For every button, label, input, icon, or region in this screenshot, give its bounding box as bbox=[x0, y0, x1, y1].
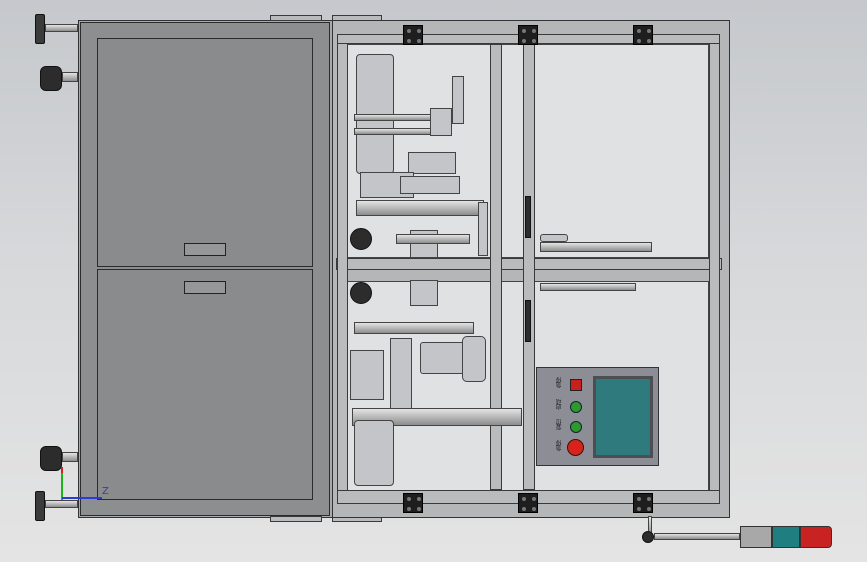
button-label-4: 急停 bbox=[556, 441, 563, 451]
inner-post-2 bbox=[523, 44, 535, 490]
signal-tower-segment-teal bbox=[772, 526, 800, 548]
bracket-top-1 bbox=[403, 25, 423, 45]
axis-z-label: Z bbox=[102, 486, 109, 497]
motor-block-lower bbox=[410, 280, 438, 306]
start-button[interactable] bbox=[570, 401, 582, 413]
button-label-3: 复位 bbox=[556, 420, 563, 430]
long-cylinder bbox=[540, 242, 652, 252]
top-lip-left bbox=[270, 15, 322, 21]
signal-tower-pole bbox=[654, 533, 740, 540]
axis-triad-z bbox=[62, 497, 102, 499]
axis-triad-x bbox=[61, 467, 63, 473]
slide-block bbox=[350, 350, 384, 400]
foot-stem-top bbox=[45, 24, 78, 32]
caster-bottom bbox=[40, 446, 62, 471]
lower-cylinder bbox=[540, 283, 636, 291]
emergency-stop-round-button[interactable] bbox=[567, 439, 584, 456]
reset-button[interactable] bbox=[570, 421, 582, 433]
emergency-stop-square-button[interactable] bbox=[570, 379, 582, 391]
feed-rod-2 bbox=[396, 234, 470, 244]
leveling-foot-bottom bbox=[35, 491, 45, 521]
upper-rod-1 bbox=[354, 114, 434, 121]
hmi-touchscreen[interactable] bbox=[593, 376, 653, 458]
bracket-top-3 bbox=[633, 25, 653, 45]
feed-rod-1 bbox=[356, 200, 484, 216]
spindle-nose bbox=[462, 336, 486, 382]
caster-stem-bottom bbox=[62, 452, 78, 462]
button-label-2: 启动 bbox=[556, 400, 563, 410]
signal-tower-segment-grey bbox=[740, 526, 772, 548]
signal-tower-segment-red bbox=[800, 526, 832, 548]
lower-door-handle[interactable] bbox=[184, 281, 226, 294]
signal-tower-base bbox=[642, 531, 654, 543]
button-label-1: 急停 bbox=[556, 378, 563, 388]
bracket-top-2 bbox=[518, 25, 538, 45]
vertical-slide bbox=[390, 338, 412, 410]
bracket-bottom-1 bbox=[403, 493, 423, 513]
caster-top bbox=[40, 66, 62, 91]
right-vertical-beam bbox=[709, 34, 720, 504]
clamp-block-4 bbox=[400, 176, 460, 194]
gear-lower bbox=[350, 282, 372, 304]
sensor-strip-lower bbox=[525, 300, 531, 342]
lower-door[interactable] bbox=[97, 269, 313, 500]
bracket-bottom-3 bbox=[633, 493, 653, 513]
cylinder-head bbox=[540, 234, 568, 242]
upper-door-handle[interactable] bbox=[184, 243, 226, 256]
leveling-foot-top bbox=[35, 14, 45, 44]
lower-rod-1 bbox=[354, 322, 474, 334]
bracket-bottom-2 bbox=[518, 493, 538, 513]
foot-stem-bottom bbox=[45, 500, 78, 508]
clamp-block-2 bbox=[408, 152, 456, 174]
lower-drum bbox=[354, 420, 394, 486]
bottom-lip-left bbox=[270, 516, 322, 522]
clamp-block-1 bbox=[430, 108, 452, 136]
upper-door[interactable] bbox=[97, 38, 313, 267]
left-vertical-beam bbox=[337, 34, 348, 504]
cylinder-vertical bbox=[452, 76, 464, 124]
spindle-housing bbox=[420, 342, 466, 374]
sensor-strip-upper bbox=[525, 196, 531, 238]
caster-stem-top bbox=[62, 72, 78, 82]
gear-upper bbox=[350, 228, 372, 250]
upper-rod-2 bbox=[354, 128, 434, 135]
feed-post bbox=[478, 202, 488, 256]
